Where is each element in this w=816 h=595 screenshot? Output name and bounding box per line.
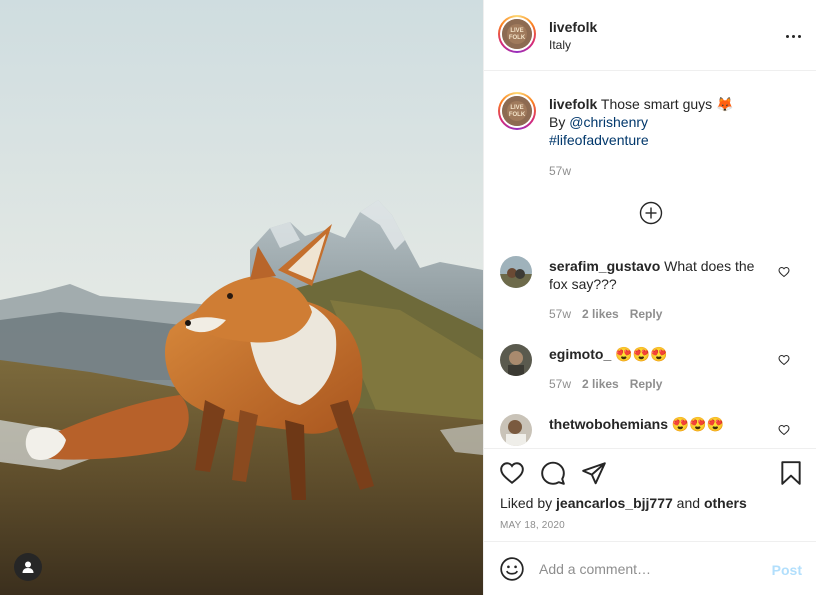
comment-likes[interactable]: 2 likes (582, 377, 619, 391)
liked-by: Liked by jeancarlos_bjj777 and others (500, 495, 747, 511)
livefolk-logo: LIVE FOLK (502, 96, 532, 126)
caption-body: Those smart guys (600, 96, 713, 112)
caption-mention[interactable]: @chrishenry (569, 114, 648, 130)
like-comment-heart-icon[interactable] (778, 353, 790, 366)
comment-time[interactable]: 57w (549, 377, 571, 391)
comment-meta: 57w 2 likes Reply (549, 307, 673, 321)
fox-photo (0, 0, 483, 595)
comment-likes[interactable]: 2 likes (582, 307, 619, 321)
comment-body: 😍😍😍 (615, 346, 668, 362)
commenter-avatar[interactable] (500, 414, 532, 446)
svg-text:FOLK: FOLK (509, 35, 526, 41)
user-icon (22, 561, 34, 573)
comments-list[interactable]: LIVE FOLK livefolk Those smart guys 🦊 By… (484, 72, 816, 447)
reply-button[interactable]: Reply (630, 307, 663, 321)
comment-body: 😍😍😍 (671, 416, 725, 432)
post-date[interactable]: MAY 18, 2020 (500, 520, 565, 531)
emoji-smiley-icon[interactable] (499, 556, 525, 582)
post-photo[interactable] (0, 0, 483, 595)
svg-text:LIVE: LIVE (510, 105, 523, 111)
caption-username[interactable]: livefolk (549, 96, 597, 112)
commenter-photo (500, 414, 532, 446)
caption-hashtag[interactable]: #lifeofadventure (549, 132, 649, 148)
like-heart-icon[interactable] (499, 460, 525, 486)
commenter-avatar[interactable] (500, 344, 532, 376)
comment-username[interactable]: serafim_gustavo (549, 258, 660, 274)
caption-avatar[interactable]: LIVE FOLK (498, 92, 536, 130)
comment-text: serafim_gustavo What does the fox say??? (549, 257, 759, 293)
liked-by-user[interactable]: jeancarlos_bjj777 (556, 495, 673, 511)
commenter-avatar[interactable] (500, 256, 532, 288)
post-comment-button[interactable]: Post (772, 562, 802, 578)
comment-text: thetwobohemians 😍😍😍 (549, 415, 759, 433)
comment-text: egimoto_ 😍😍😍 (549, 345, 759, 363)
comment-username[interactable]: thetwobohemians (549, 416, 668, 432)
like-comment-heart-icon[interactable] (778, 423, 790, 436)
post-location[interactable]: Italy (549, 38, 571, 52)
post-username[interactable]: livefolk (549, 19, 597, 35)
comment-time[interactable]: 57w (549, 307, 571, 321)
liked-by-and: and (672, 495, 704, 511)
post-actions: Liked by jeancarlos_bjj777 and others MA… (484, 448, 816, 541)
save-bookmark-icon[interactable] (778, 460, 804, 486)
post-header: LIVE FOLK livefolk Italy (484, 0, 816, 71)
more-options-icon[interactable] (783, 26, 803, 46)
svg-text:FOLK: FOLK (509, 112, 526, 118)
add-comment-bar: Post (484, 541, 816, 595)
comment-meta: 57w 2 likes Reply (549, 377, 673, 391)
reply-button[interactable]: Reply (630, 377, 663, 391)
share-paper-plane-icon[interactable] (581, 460, 607, 486)
tagged-users-button[interactable] (14, 553, 42, 581)
liked-by-prefix: Liked by (500, 495, 557, 511)
commenter-photo (500, 256, 532, 288)
caption-time[interactable]: 57w (549, 164, 571, 178)
comment-input[interactable] (539, 559, 759, 579)
liked-by-others[interactable]: others (704, 495, 747, 511)
livefolk-logo: LIVE FOLK (502, 19, 532, 49)
comment-username[interactable]: egimoto_ (549, 346, 611, 362)
post-details-panel: LIVE FOLK livefolk Italy LIVE FOLK livef… (483, 0, 816, 595)
comment-bubble-icon[interactable] (540, 460, 566, 486)
like-comment-heart-icon[interactable] (778, 265, 790, 278)
commenter-photo (500, 344, 532, 376)
caption-by: By (549, 114, 570, 130)
fox-emoji: 🦊 (716, 96, 734, 112)
profile-avatar[interactable]: LIVE FOLK (498, 15, 536, 53)
caption-text: livefolk Those smart guys 🦊 By @chrishen… (549, 95, 799, 149)
svg-text:LIVE: LIVE (510, 28, 523, 34)
load-more-comments-icon[interactable] (639, 201, 663, 225)
